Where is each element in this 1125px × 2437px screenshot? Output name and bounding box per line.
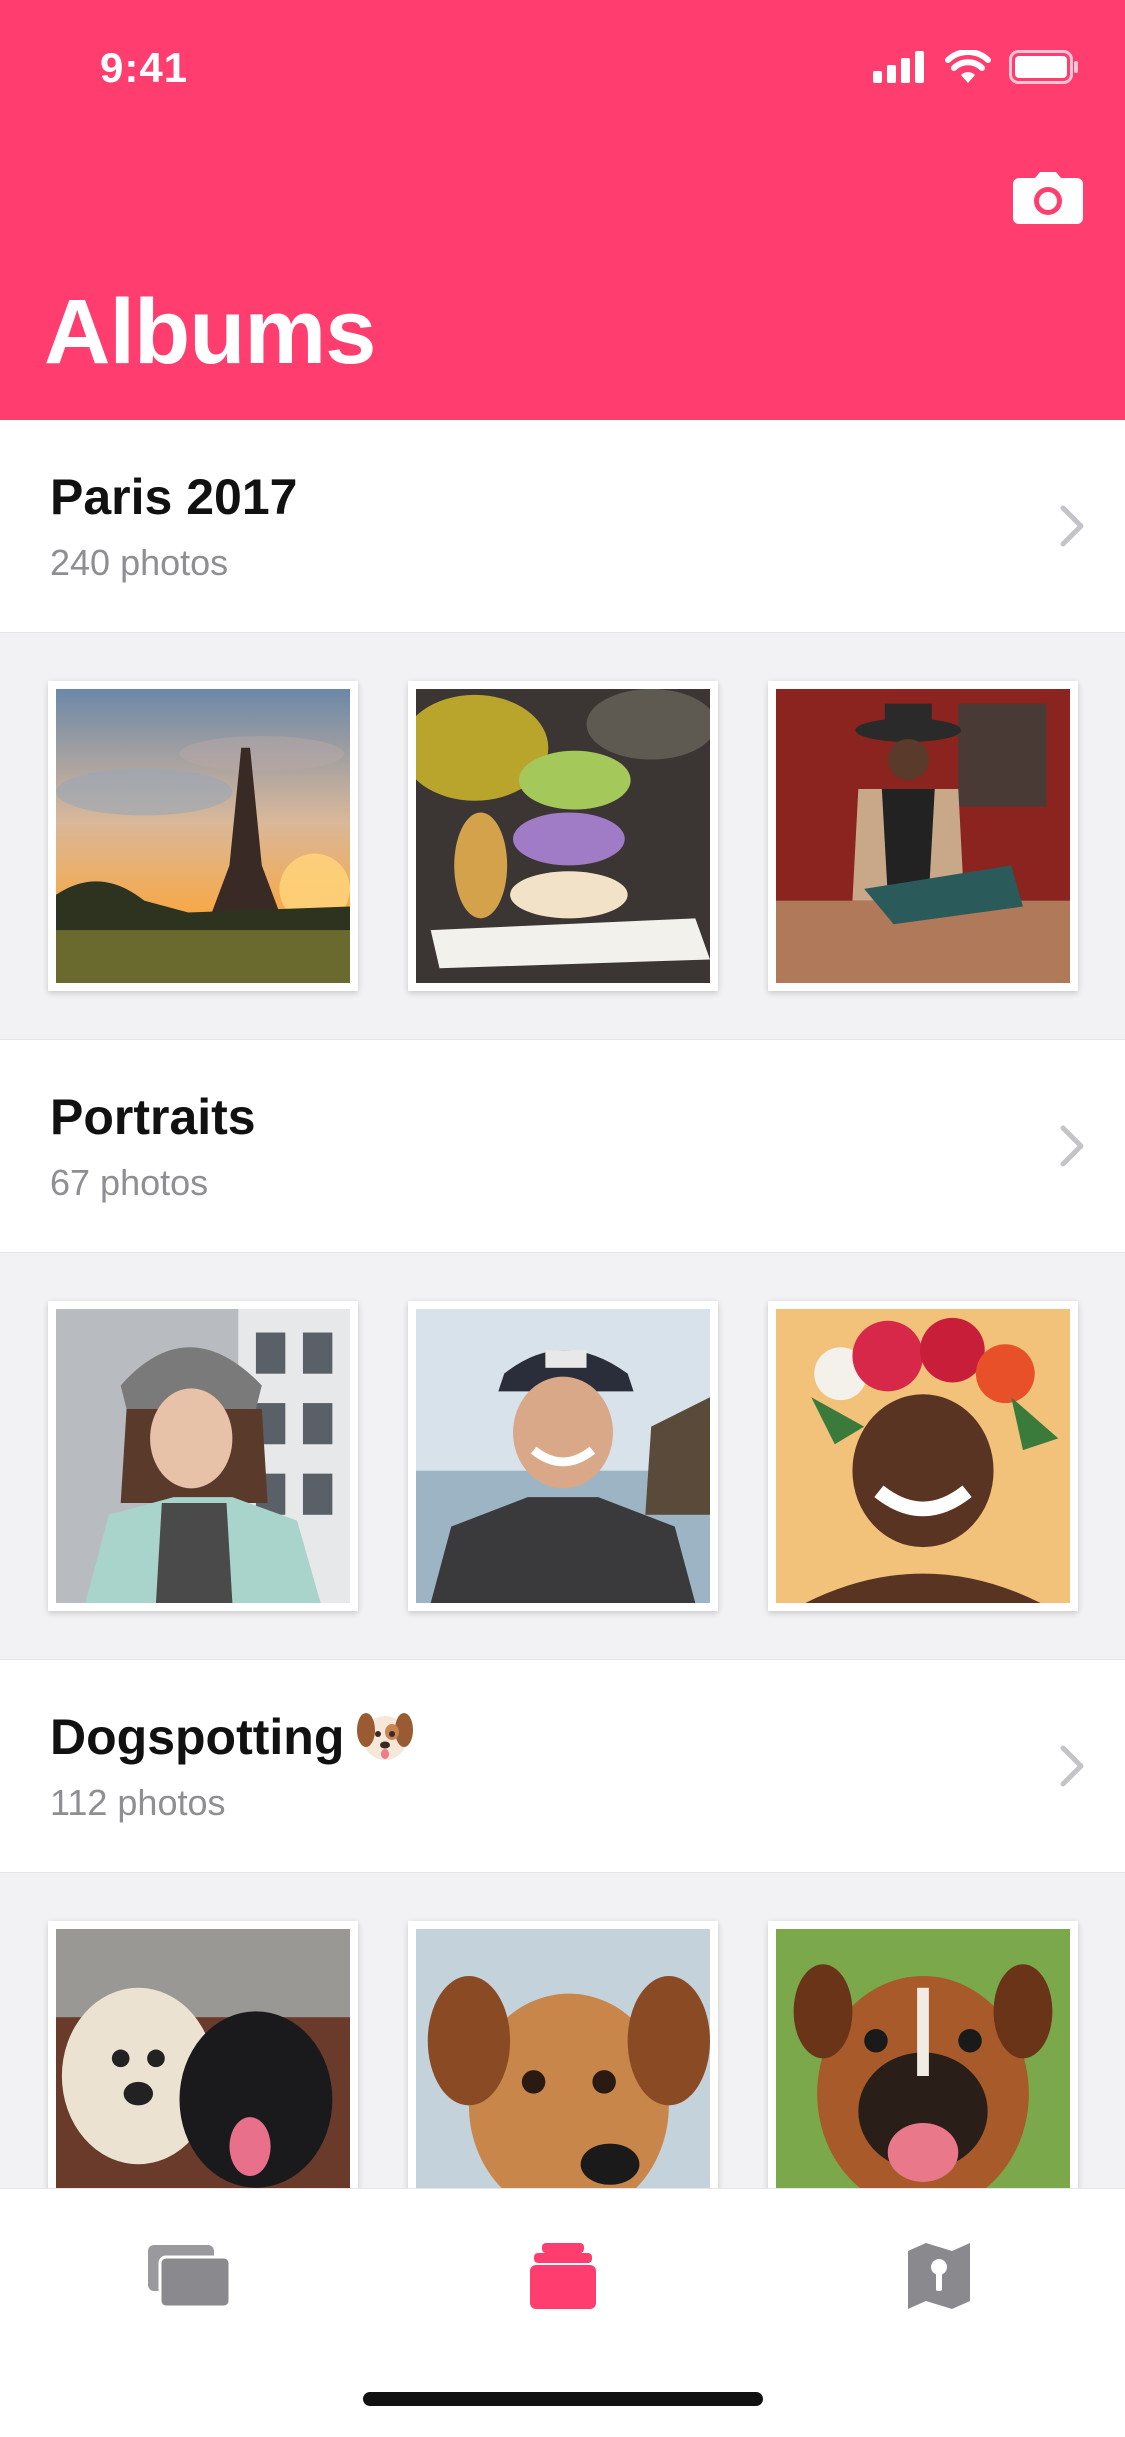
tab-albums[interactable] xyxy=(518,2241,608,2311)
battery-icon xyxy=(1009,50,1079,89)
album-header-dogspotting[interactable]: Dogspotting 112 photos xyxy=(0,1660,1125,1872)
photo-thumbnail-woman-flower-crown[interactable] xyxy=(768,1301,1078,1611)
albums-icon xyxy=(530,2243,596,2309)
header-bar: 9:41 Albums xyxy=(0,0,1125,420)
photo-thumbnail-eiffel-tower[interactable] xyxy=(48,681,358,991)
album-title-text: Dogspotting xyxy=(50,1709,345,1765)
photo-thumbnail-woman-in-beanie[interactable] xyxy=(48,1301,358,1611)
album-title: Paris 2017 xyxy=(50,469,298,525)
photo-thumbnail-macarons[interactable] xyxy=(408,681,718,991)
album-thumbnails xyxy=(0,1872,1125,2188)
chevron-right-icon xyxy=(1060,505,1084,547)
album-header-portraits[interactable]: Portraits 67 photos xyxy=(0,1040,1125,1252)
photo-thumbnail-boxer-dog[interactable] xyxy=(768,1921,1078,2188)
album-header-paris-2017[interactable]: Paris 2017 240 photos xyxy=(0,420,1125,632)
album-photo-count: 112 photos xyxy=(50,1782,226,1823)
album-title: Dogspotting xyxy=(50,1708,416,1772)
wifi-icon xyxy=(945,49,991,89)
camera-icon[interactable] xyxy=(1013,172,1083,224)
page-title: Albums xyxy=(44,281,376,383)
album-title: Portraits xyxy=(50,1089,256,1145)
album-thumbnails xyxy=(0,632,1125,1040)
albums-list[interactable]: Paris 2017 240 photos Portraits 67 photo… xyxy=(0,420,1125,2188)
photo-thumbnail-man-in-hat[interactable] xyxy=(768,681,1078,991)
photos-stack-icon xyxy=(148,2245,232,2309)
album-photo-count: 67 photos xyxy=(50,1162,209,1203)
status-icons xyxy=(873,49,1079,89)
cellular-signal-icon xyxy=(873,51,927,88)
photo-thumbnail-two-dogs[interactable] xyxy=(48,1921,358,2188)
album-thumbnails xyxy=(0,1252,1125,1660)
tab-map[interactable] xyxy=(894,2241,984,2311)
map-icon xyxy=(908,2243,970,2309)
status-time: 9:41 xyxy=(100,44,189,91)
album-photo-count: 240 photos xyxy=(50,542,229,583)
home-indicator xyxy=(363,2392,763,2406)
dog-face-emoji xyxy=(354,1704,416,1766)
photo-thumbnail-man-in-cap[interactable] xyxy=(408,1301,718,1611)
photo-thumbnail-brown-dog[interactable] xyxy=(408,1921,718,2188)
chevron-right-icon xyxy=(1060,1125,1084,1167)
tab-photos[interactable] xyxy=(144,2241,234,2311)
chevron-right-icon xyxy=(1060,1745,1084,1787)
